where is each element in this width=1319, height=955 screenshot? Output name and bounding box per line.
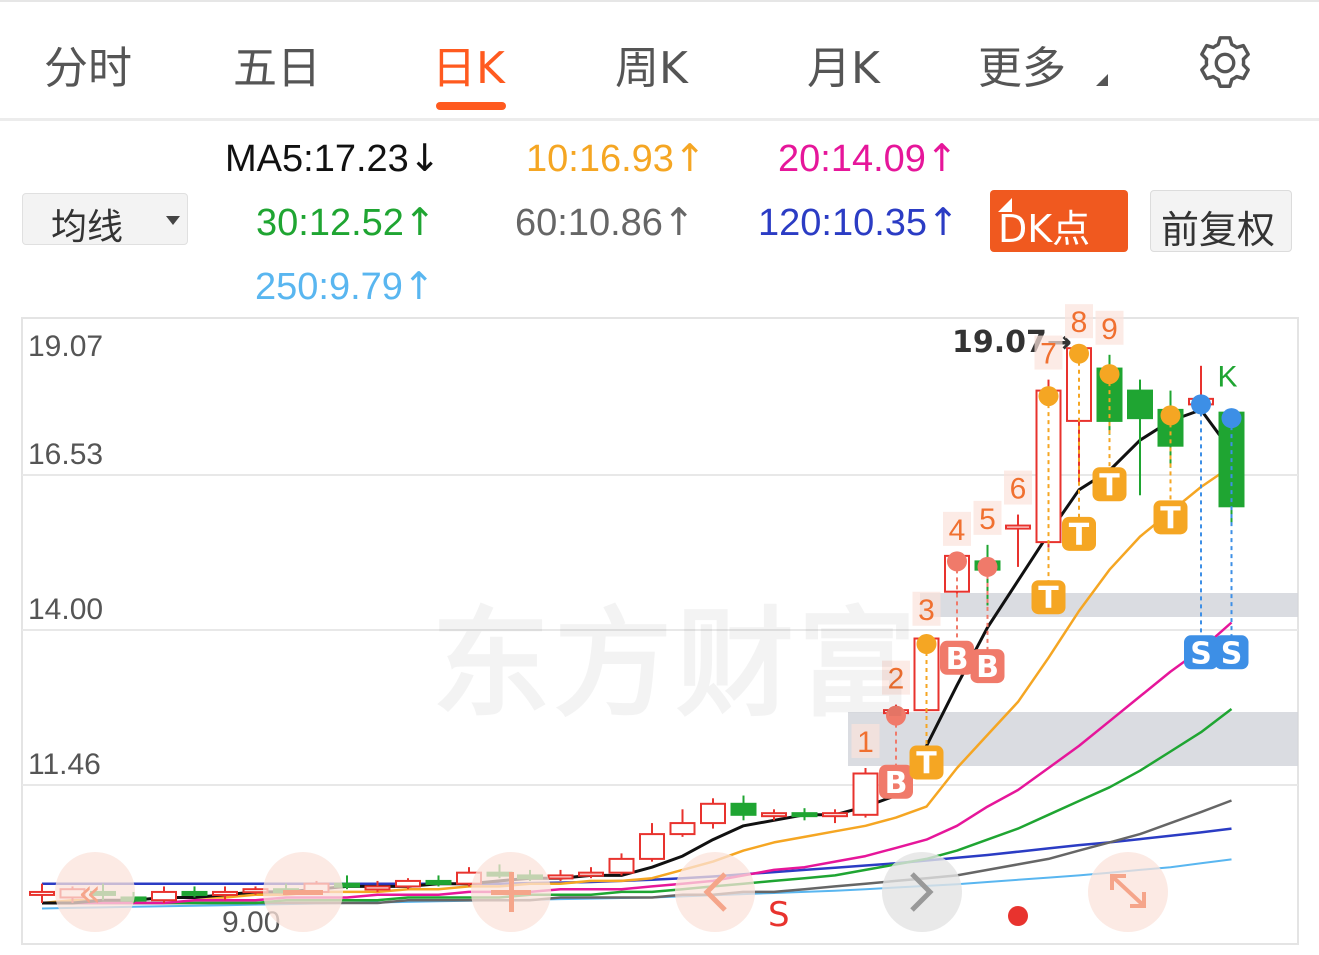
candle-body	[151, 890, 177, 902]
signal-badge-label: B	[976, 650, 999, 685]
signal-badge-label: S	[1190, 636, 1212, 671]
signal-dot	[1069, 343, 1089, 364]
y-tick-label: 19.07	[28, 330, 103, 363]
candle-body	[791, 812, 818, 818]
count-label: 3	[918, 594, 935, 627]
candle-body	[29, 890, 55, 896]
y-tick-label: 14.00	[28, 593, 103, 626]
count-label: 7	[1040, 338, 1057, 371]
signal-badge-label: B	[946, 642, 969, 677]
k-signal-label: K	[1218, 361, 1238, 394]
candle-body	[730, 802, 757, 816]
signal-dot	[1160, 405, 1181, 426]
plus-icon	[509, 872, 514, 912]
candle-body	[761, 812, 787, 818]
candle-body	[1005, 524, 1031, 530]
scroll-right-button[interactable]	[882, 852, 962, 932]
signal-dot	[1038, 386, 1059, 407]
signal-badge-label: T	[1038, 581, 1059, 616]
signal-badge-label: T	[1069, 518, 1090, 553]
candle-body	[425, 879, 452, 885]
candle-body	[639, 833, 665, 860]
ma120-line	[42, 827, 1232, 885]
candle-body	[669, 822, 696, 836]
signal-dot	[1191, 394, 1211, 415]
kline-chart[interactable]: 19.07 16.53 14.00 11.46 19.07→ 9.00 1234…	[0, 0, 1319, 955]
resistance-band	[920, 593, 1298, 617]
y-tick-label: 16.53	[28, 438, 103, 471]
candle-body	[852, 772, 879, 816]
signal-badge-label: T	[1099, 468, 1120, 503]
scroll-left-button[interactable]	[675, 852, 755, 932]
signal-dot	[947, 551, 967, 572]
y-tick-label: 11.46	[28, 748, 101, 781]
sell-marker: S	[768, 895, 790, 935]
candle-body	[181, 890, 208, 896]
signal-dot	[1221, 408, 1242, 429]
signal-badge-label: T	[1160, 501, 1181, 536]
signal-dot	[977, 556, 998, 577]
count-label: 5	[979, 503, 996, 536]
double-chevron-left-icon: «	[78, 871, 101, 915]
candle-body	[822, 812, 848, 818]
candle-body	[578, 871, 604, 877]
count-label: 9	[1101, 313, 1118, 346]
watermark: 东方财富	[432, 568, 920, 739]
count-label: 8	[1071, 306, 1088, 339]
signal-dot	[1099, 364, 1120, 385]
signal-badge-label: T	[916, 746, 937, 781]
candle-body	[547, 874, 574, 880]
signal-badge-label: B	[885, 766, 908, 801]
candle-body	[395, 879, 421, 888]
candle-body	[1127, 389, 1153, 420]
minus-icon	[283, 890, 323, 895]
signal-badge-label: S	[1221, 636, 1243, 671]
candle-body	[700, 802, 726, 825]
candle-body	[212, 890, 238, 896]
event-dot	[1008, 906, 1028, 926]
count-label: 6	[1010, 473, 1027, 506]
candle-body	[608, 857, 635, 874]
count-label: 4	[949, 514, 966, 547]
candle-body	[364, 885, 391, 891]
